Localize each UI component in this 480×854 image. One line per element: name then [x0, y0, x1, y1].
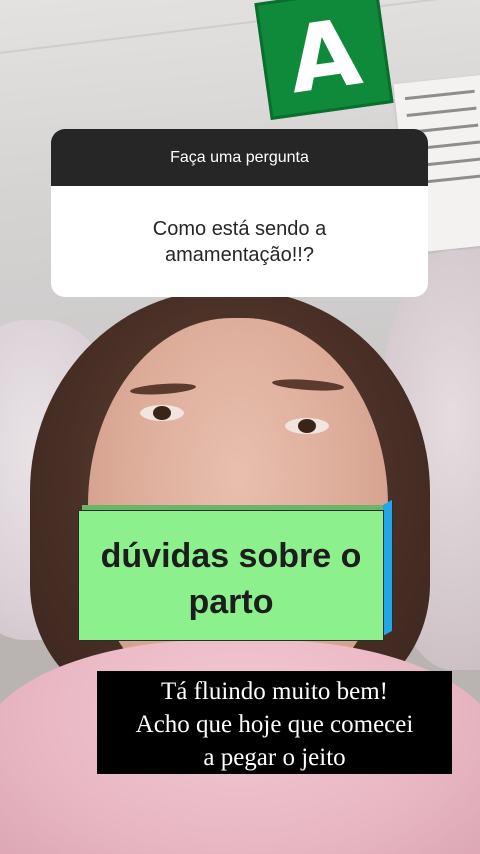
caption-line-1: Tá fluindo muito bem! — [160, 678, 389, 705]
topic-callout: dúvidas sobre o parto — [78, 510, 384, 641]
right-eye — [285, 418, 329, 434]
left-eye — [140, 405, 184, 421]
caption-line-3: a pegar o jeito — [203, 744, 346, 771]
question-sticker-body: Como está sendo a amamentação!!? — [51, 186, 428, 297]
callout-side-edge — [383, 499, 393, 636]
question-line-1: Como está sendo a — [152, 217, 327, 240]
room-sign: A — [254, 0, 394, 121]
answer-caption: Tá fluindo muito bem! Acho que hoje que … — [97, 671, 452, 774]
callout-line-2: parto — [188, 582, 274, 621]
question-line-2: amamentação!!? — [165, 243, 314, 266]
caption-line-2: Acho que hoje que comecei — [135, 711, 414, 738]
question-sticker[interactable]: Faça uma pergunta Como está sendo a amam… — [51, 129, 428, 297]
callout-line-1: dúvidas sobre o — [100, 536, 362, 575]
question-sticker-header: Faça uma pergunta — [51, 129, 428, 186]
room-sign-letter: A — [281, 0, 368, 115]
